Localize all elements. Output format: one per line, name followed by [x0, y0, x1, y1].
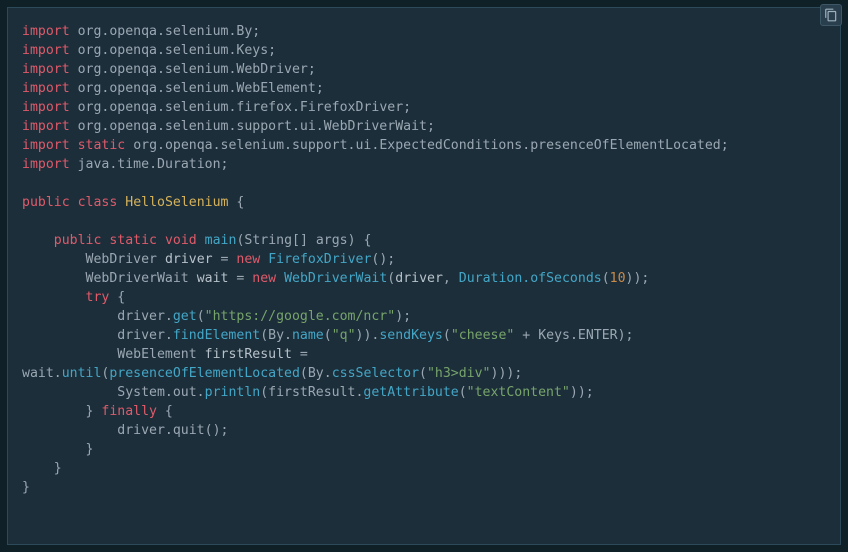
var-type: WebElement: [117, 347, 196, 362]
import-pkg: org.openqa.selenium.support.ui: [78, 119, 316, 134]
code-content: import org.openqa.selenium.By; import or…: [22, 22, 826, 497]
ctor-name: FirefoxDriver: [268, 252, 371, 267]
method-name: main: [205, 233, 237, 248]
string-literal: "cheese": [451, 328, 515, 343]
kw-import: import: [22, 100, 70, 115]
copy-button[interactable]: [820, 4, 842, 26]
method-call: name: [292, 328, 324, 343]
class-name: HelloSelenium: [125, 195, 228, 210]
call: Duration.ofSeconds: [459, 271, 602, 286]
kw-import: import: [22, 157, 70, 172]
string-literal: "h3>div": [427, 366, 491, 381]
var-type: WebDriverWait: [86, 271, 189, 286]
kw-import: import: [22, 81, 70, 96]
kw-void: void: [165, 233, 197, 248]
import-pkg: org.openqa.selenium: [78, 81, 229, 96]
import-cls: By: [236, 24, 252, 39]
var-type: WebDriver: [86, 252, 157, 267]
string-literal: "q": [332, 328, 356, 343]
import-static-member: presenceOfElementLocated: [530, 138, 721, 153]
method-call: cssSelector: [332, 366, 419, 381]
kw-public: public: [54, 233, 102, 248]
method-call: get: [173, 309, 197, 324]
kw-new: new: [236, 252, 260, 267]
method-call: getAttribute: [363, 385, 458, 400]
var-name: wait: [197, 271, 229, 286]
import-cls: Keys: [236, 43, 268, 58]
kw-import: import: [22, 43, 70, 58]
num-literal: 10: [610, 271, 626, 286]
method-call: findElement: [173, 328, 260, 343]
import-cls: WebDriverWait: [324, 119, 427, 134]
kw-static: static: [109, 233, 157, 248]
import-pkg: org.openqa.selenium: [78, 43, 229, 58]
code-block: import org.openqa.selenium.By; import or…: [7, 7, 841, 545]
var-name: firstResult: [205, 347, 292, 362]
import-cls: WebElement: [236, 81, 315, 96]
kw-try: try: [86, 290, 110, 305]
import-cls: FirefoxDriver: [300, 100, 403, 115]
enum-const: Keys.ENTER: [538, 328, 617, 343]
import-pkg: org.openqa.selenium: [78, 24, 229, 39]
method-call: sendKeys: [379, 328, 443, 343]
kw-public: public: [22, 195, 70, 210]
import-pkg: org.openqa.selenium.firefox: [78, 100, 292, 115]
import-pkg: org.openqa.selenium: [78, 62, 229, 77]
method-call: println: [205, 385, 261, 400]
arg: driver: [395, 271, 443, 286]
import-static-pkg: org.openqa.selenium.support.ui.ExpectedC…: [133, 138, 522, 153]
kw-class: class: [78, 195, 118, 210]
method-call: presenceOfElementLocated: [109, 366, 300, 381]
string-literal: "https://google.com/ncr": [205, 309, 396, 324]
method-call: until: [62, 366, 102, 381]
kw-import: import: [22, 119, 70, 134]
call: driver.quit: [117, 423, 204, 438]
method-params: String[] args: [244, 233, 347, 248]
ctor-name: WebDriverWait: [284, 271, 387, 286]
import-cls: Duration: [157, 157, 221, 172]
kw-finally: finally: [101, 404, 157, 419]
import-cls: WebDriver: [236, 62, 307, 77]
kw-static: static: [78, 138, 126, 153]
clipboard-icon: [824, 8, 838, 22]
string-literal: "textContent": [467, 385, 570, 400]
kw-import: import: [22, 138, 70, 153]
kw-import: import: [22, 24, 70, 39]
kw-import: import: [22, 62, 70, 77]
import-pkg: java.time: [78, 157, 149, 172]
var-name: driver: [165, 252, 213, 267]
kw-new: new: [252, 271, 276, 286]
